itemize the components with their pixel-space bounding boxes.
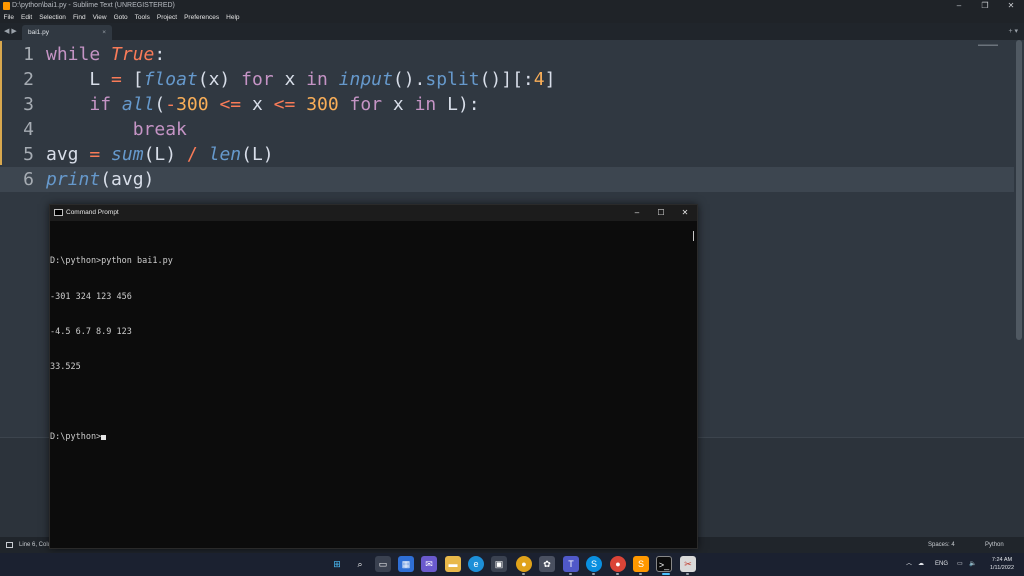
- cursor-position[interactable]: Line 6, Colu: [19, 537, 51, 553]
- volume-icon[interactable]: 🔈: [969, 553, 976, 576]
- store-icon[interactable]: ▣: [491, 556, 507, 572]
- code-line-1: while True:: [46, 44, 166, 65]
- menu-view[interactable]: View: [89, 12, 110, 23]
- tab-bar: ◀ ▶ bai1.py × + ▾: [0, 23, 1024, 40]
- cmd-line: -4.5 6.7 8.9 123: [50, 326, 132, 337]
- terminal-icon[interactable]: >_: [656, 556, 672, 572]
- running-indicator: [639, 573, 642, 575]
- cmd-output[interactable]: D:\python>python bai1.py -301 324 123 45…: [50, 233, 690, 467]
- sublime-logo-icon: [3, 2, 10, 10]
- line-number: 4: [23, 119, 34, 140]
- menu-edit[interactable]: Edit: [17, 12, 35, 23]
- chrome-canary-icon[interactable]: ●: [516, 556, 532, 572]
- menu-file[interactable]: File: [0, 12, 17, 23]
- menu-goto[interactable]: Goto: [110, 12, 131, 23]
- sublime-title-bar: D:\python\bai1.py - Sublime Text (UNREGI…: [0, 0, 1024, 12]
- running-indicator: [686, 573, 689, 575]
- syntax-status[interactable]: Python: [985, 537, 1004, 553]
- code-line-6: print(avg): [46, 169, 155, 190]
- cmd-line: 33.525: [50, 361, 81, 372]
- teams-icon[interactable]: T: [563, 556, 579, 572]
- line-number: 6: [23, 169, 34, 190]
- clock-date: 1/11/2022: [989, 565, 1015, 571]
- cmd-line: [50, 397, 690, 409]
- cmd-prompt-line: D:\python>: [50, 432, 690, 444]
- line-number: 5: [23, 144, 34, 165]
- tab-bai1[interactable]: bai1.py ×: [22, 25, 112, 40]
- onedrive-icon[interactable]: ☁: [918, 553, 924, 576]
- code-line-2: L = [float(x) for x in input().split()][…: [46, 69, 556, 90]
- maximize-button[interactable]: ❐: [972, 0, 998, 12]
- cmd-close-button[interactable]: ✕: [673, 205, 697, 221]
- menu-find[interactable]: Find: [69, 12, 89, 23]
- minimize-button[interactable]: –: [946, 0, 972, 12]
- running-indicator: [616, 573, 619, 575]
- tab-bar-controls[interactable]: + ▾: [1008, 27, 1018, 35]
- tab-close-icon[interactable]: ×: [102, 25, 106, 40]
- running-indicator: [569, 573, 572, 575]
- cmd-prompt: D:\python>: [50, 431, 102, 442]
- menu-tools[interactable]: Tools: [131, 12, 153, 23]
- menu-project[interactable]: Project: [153, 12, 180, 23]
- line-number: 1: [23, 44, 34, 65]
- close-button[interactable]: ✕: [998, 0, 1024, 12]
- cmd-title-bar[interactable]: Command Prompt – ☐ ✕: [50, 205, 697, 221]
- language-indicator[interactable]: ENG: [935, 553, 948, 576]
- cmd-title: Command Prompt: [66, 209, 119, 216]
- running-indicator: [592, 573, 595, 575]
- cmd-line: D:\python>python bai1.py: [50, 256, 173, 267]
- network-icon[interactable]: ▭: [957, 553, 963, 576]
- cmd-scrollbar[interactable]: [693, 231, 694, 241]
- widgets-icon[interactable]: ▦: [398, 556, 414, 572]
- menu-help[interactable]: Help: [223, 12, 243, 23]
- task-view-icon[interactable]: ▭: [375, 556, 391, 572]
- chat-icon[interactable]: ✉: [421, 556, 437, 572]
- command-prompt-window[interactable]: Command Prompt – ☐ ✕ D:\python>python ba…: [49, 204, 698, 549]
- tab-label: bai1.py: [28, 29, 49, 36]
- tab-nav-arrows[interactable]: ◀ ▶: [4, 27, 17, 35]
- code-line-5: avg = sum(L) / len(L): [46, 144, 274, 165]
- minimap[interactable]: ▬▬▬▬: [978, 42, 998, 48]
- menu-preferences[interactable]: Preferences: [181, 12, 223, 23]
- photos-icon[interactable]: ✿: [539, 556, 555, 572]
- editor-scrollbar[interactable]: [1016, 40, 1022, 340]
- windows-start-icon[interactable]: ⊞: [329, 556, 345, 572]
- line-number: 2: [23, 69, 34, 90]
- menu-selection[interactable]: Selection: [36, 12, 70, 23]
- window-title: D:\python\bai1.py - Sublime Text (UNREGI…: [12, 2, 175, 9]
- tray-overflow-icon[interactable]: ︿: [906, 553, 912, 576]
- clock-time: 7:24 AM: [991, 557, 1013, 563]
- sublime-text-icon[interactable]: S: [633, 556, 649, 572]
- skype-icon[interactable]: S: [586, 556, 602, 572]
- code-line-4: break: [132, 119, 187, 140]
- taskbar: ⊞ ⌕ ▭ ▦ ✉ ▬ e ▣ ● ✿ T S ● S >_ ✂ ︿ ☁ ENG…: [0, 553, 1024, 576]
- indentation-status[interactable]: Spaces: 4: [928, 537, 955, 553]
- panel-toggle-icon[interactable]: [6, 542, 13, 548]
- clock[interactable]: 7:24 AM 1/11/2022: [986, 556, 1018, 572]
- snipping-tool-icon[interactable]: ✂: [680, 556, 696, 572]
- cmd-cursor: [101, 434, 107, 440]
- code-line-3: if all(-300 <= x <= 300 for x in L):: [89, 94, 480, 115]
- file-explorer-icon[interactable]: ▬: [445, 556, 461, 572]
- cmd-minimize-button[interactable]: –: [625, 205, 649, 221]
- menu-bar: File Edit Selection Find View Goto Tools…: [0, 12, 1024, 23]
- running-indicator: [522, 573, 525, 575]
- cmd-line: -301 324 123 456: [50, 291, 132, 302]
- line-number: 3: [23, 94, 34, 115]
- window-controls: – ❐ ✕: [946, 0, 1024, 12]
- chrome-icon[interactable]: ●: [610, 556, 626, 572]
- active-indicator: [662, 573, 670, 575]
- cmd-icon: [54, 209, 63, 216]
- edge-icon[interactable]: e: [468, 556, 484, 572]
- search-icon[interactable]: ⌕: [352, 556, 368, 572]
- cmd-maximize-button[interactable]: ☐: [649, 205, 673, 221]
